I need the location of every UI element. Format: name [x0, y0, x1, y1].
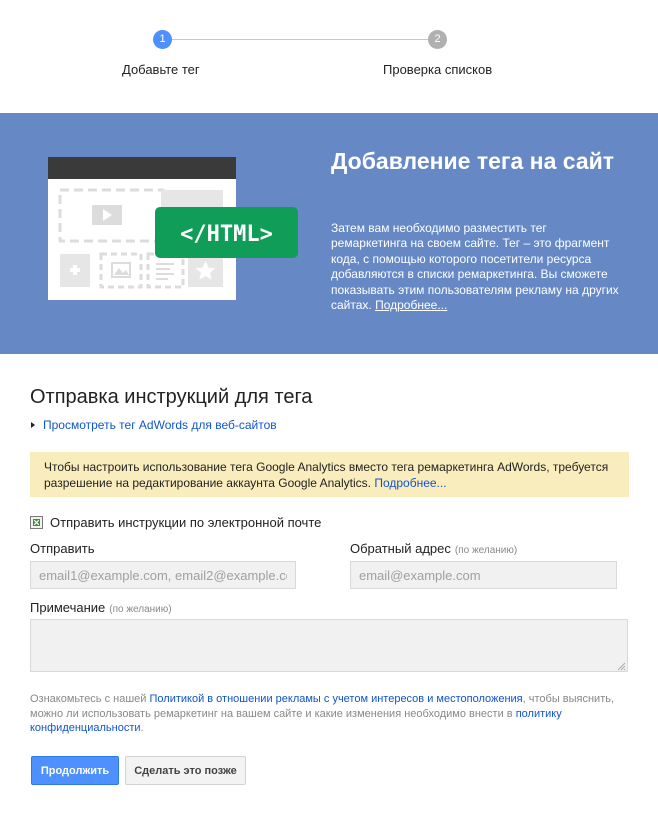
email-checkbox[interactable] [30, 516, 43, 529]
send-to-label-text: Отправить [30, 541, 95, 556]
reply-to-label: Обратный адрес (по желанию) [350, 541, 517, 556]
step-1-indicator: 1 [153, 30, 172, 49]
section-title: Отправка инструкций для тега [30, 386, 313, 408]
checkbox-checked-icon [33, 519, 40, 526]
privacy-text-1: Ознакомьтесь с нашей [30, 693, 150, 705]
stepper: 1 2 Добавьте тег Проверка списков [0, 0, 658, 113]
email-checkbox-label: Отправить инструкции по электронной почт… [50, 515, 322, 530]
browser-titlebar [48, 157, 236, 179]
permission-notice: Чтобы настроить использование тега Googl… [30, 452, 629, 497]
banner-title: Добавление тега на сайт [331, 148, 615, 174]
email-checkbox-row[interactable]: Отправить инструкции по электронной почт… [30, 515, 321, 530]
note-optional-hint: (по желанию) [109, 604, 172, 615]
notice-text: Чтобы настроить использование тега Googl… [44, 460, 609, 490]
play-icon [92, 205, 122, 225]
send-to-label: Отправить [30, 541, 94, 556]
website-html-illustration: </HTML> [48, 157, 298, 300]
step-2-indicator: 2 [428, 30, 447, 49]
ads-policy-link[interactable]: Политикой в отношении рекламы с учетом и… [150, 693, 523, 705]
banner-description: Затем вам необходимо разместить тег рема… [331, 221, 621, 313]
note-label-text: Примечание [30, 600, 106, 615]
resize-grip-icon[interactable] [616, 661, 626, 671]
html-code-icon: </HTML> [155, 207, 298, 258]
view-tag-toggle[interactable]: Просмотреть тег AdWords для веб-сайтов [31, 418, 277, 432]
step-1-label: Добавьте тег [122, 62, 200, 77]
send-to-input[interactable] [30, 561, 296, 589]
note-textarea[interactable] [30, 619, 628, 672]
info-banner: </HTML> Добавление тега на сайт Затем ва… [0, 113, 658, 354]
stepper-connector [172, 39, 428, 40]
privacy-text-3: . [140, 722, 144, 734]
notice-more-link[interactable]: Подробнее... [374, 476, 446, 490]
reply-to-optional-hint: (по желанию) [454, 545, 518, 556]
step-2-label: Проверка списков [383, 62, 493, 77]
view-tag-link[interactable]: Просмотреть тег AdWords для веб-сайтов [43, 418, 277, 432]
reply-to-label-text: Обратный адрес [350, 541, 451, 556]
privacy-notice: Ознакомьтесь с нашей Политикой в отношен… [30, 692, 630, 736]
triangle-right-icon [31, 422, 35, 428]
continue-button[interactable]: Продолжить [31, 756, 119, 785]
html-badge-text: </HTML> [180, 222, 273, 247]
reply-to-input[interactable] [350, 561, 617, 589]
do-later-button[interactable]: Сделать это позже [125, 756, 246, 785]
note-label: Примечание (по желанию) [30, 600, 172, 615]
banner-more-link[interactable]: Подробнее... [375, 298, 447, 312]
